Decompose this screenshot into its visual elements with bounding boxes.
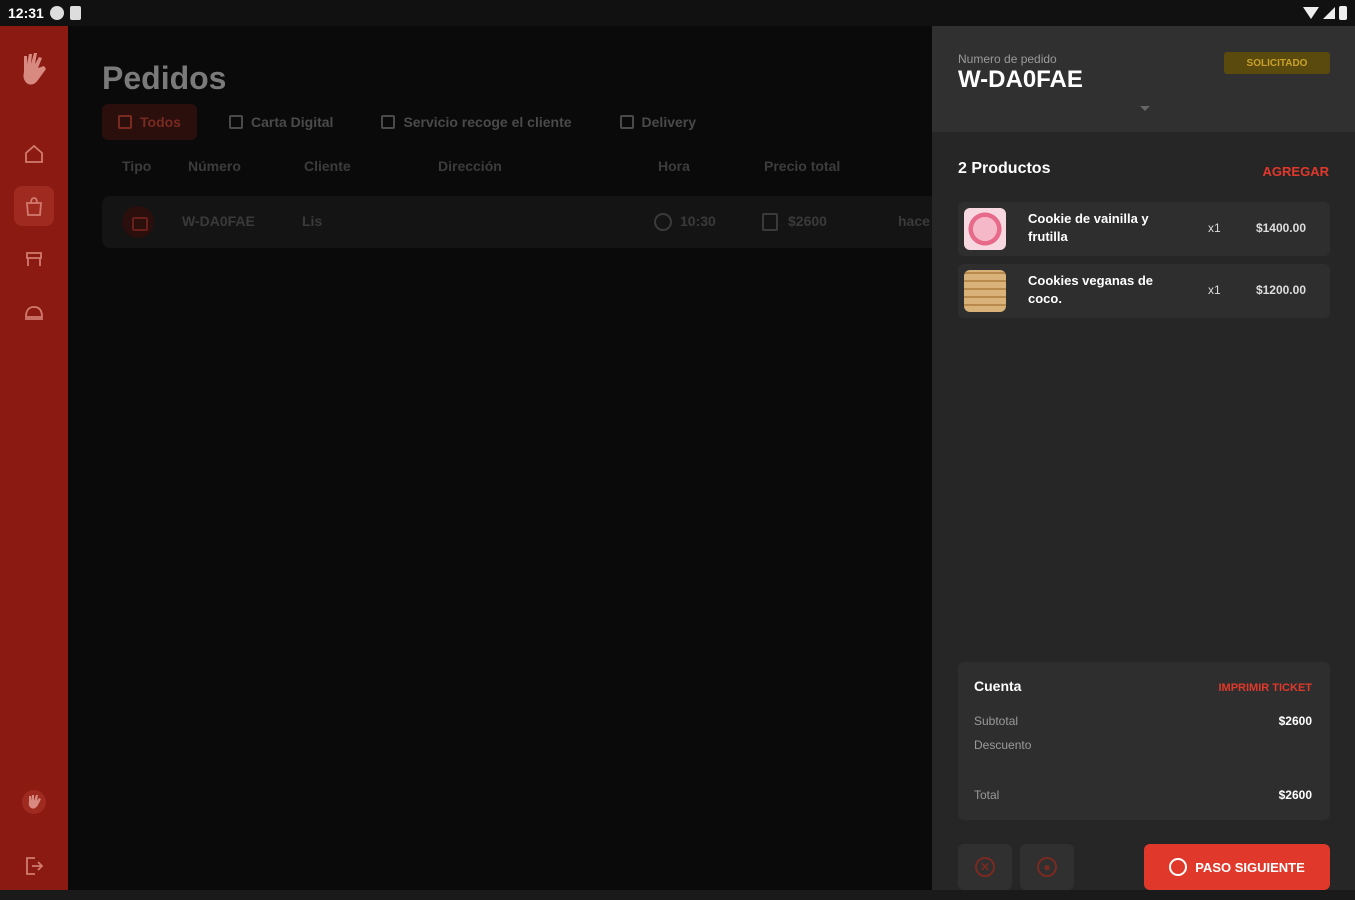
page-title: Pedidos — [102, 60, 227, 96]
row-client: Lis — [302, 213, 323, 229]
hand-logo-icon — [23, 53, 46, 85]
chevron-down-icon[interactable] — [1140, 106, 1150, 111]
subtotal-value: $2600 — [1278, 714, 1312, 728]
total-value: $2600 — [1278, 788, 1312, 802]
grid-icon — [118, 115, 132, 129]
hand-avatar-icon — [22, 790, 46, 814]
chair-icon — [26, 252, 42, 266]
product-name: Cookies veganas de coco. — [1028, 273, 1153, 306]
row-total: $2600 — [788, 213, 827, 229]
nav-orders[interactable] — [14, 186, 54, 226]
tab-label: Servicio recoge el cliente — [403, 114, 572, 130]
order-detail-panel: Numero de pedido W-DA0FAE SOLICITADO 2 P… — [932, 26, 1355, 890]
delivery-icon — [619, 115, 634, 129]
products-count: 2 Productos — [958, 160, 1051, 177]
add-product-button[interactable]: AGREGAR — [1263, 164, 1329, 179]
product-price: $1200.00 — [1255, 283, 1306, 297]
nav-kitchen[interactable] — [14, 292, 54, 332]
next-step-label: PASO SIGUIENTE — [1195, 859, 1305, 875]
tab-label: Carta Digital — [250, 114, 334, 130]
bag-icon — [381, 115, 396, 129]
product-image — [964, 208, 1006, 250]
product-qty: x1 — [1208, 221, 1221, 235]
nav-profile[interactable] — [14, 782, 54, 822]
row-time: 10:30 — [680, 213, 716, 229]
status-badge[interactable]: SOLICITADO — [1224, 52, 1330, 74]
row-number: W-DA0FAE — [182, 213, 255, 229]
next-step-button[interactable]: PASO SIGUIENTE — [1144, 844, 1330, 890]
tab-delivery[interactable]: Delivery — [604, 104, 712, 140]
col-address: Dirección — [438, 158, 502, 174]
tab-label: Delivery — [641, 114, 697, 130]
stop-order-button[interactable]: ● — [1020, 844, 1074, 890]
list-item[interactable]: Cookie de vainilla y frutilla x1 $1400.0… — [958, 202, 1330, 256]
col-time: Hora — [658, 158, 690, 174]
order-type-tabs: Todos Carta Digital Servicio recoge el c… — [102, 104, 712, 140]
nav-logout[interactable] — [14, 846, 54, 886]
product-price: $1400.00 — [1255, 221, 1306, 235]
col-number: Número — [188, 158, 241, 174]
list-item[interactable]: Cookies veganas de coco. x1 $1200.00 — [958, 264, 1330, 318]
shopping-bag-icon — [26, 197, 42, 216]
tab-digital-menu[interactable]: Carta Digital — [213, 104, 349, 140]
col-total: Precio total — [764, 158, 841, 174]
tab-pickup[interactable]: Servicio recoge el cliente — [365, 104, 587, 140]
signal-icon — [1323, 7, 1335, 19]
battery-icon — [1339, 6, 1347, 20]
tab-label: Todos — [140, 114, 181, 130]
cloche-icon — [25, 306, 43, 320]
table-row[interactable]: W-DA0FAE Lis 10:30 $2600 hace — [102, 196, 932, 248]
product-qty: x1 — [1208, 283, 1221, 297]
status-bar: 12:31 — [0, 0, 1355, 26]
nav-tables[interactable] — [14, 238, 54, 278]
home-icon — [25, 144, 43, 163]
wifi-icon — [1303, 7, 1319, 19]
order-type-icon — [122, 206, 154, 238]
logout-icon — [26, 857, 44, 875]
col-client: Cliente — [304, 158, 351, 174]
menu-icon — [228, 115, 243, 129]
product-image — [964, 270, 1006, 312]
print-ticket-button[interactable]: IMPRIMIR TICKET — [1219, 682, 1313, 694]
account-title: Cuenta — [974, 678, 1022, 694]
notification-icon — [49, 6, 64, 20]
tab-all[interactable]: Todos — [102, 104, 197, 140]
cancel-order-button[interactable]: ✕ — [958, 844, 1012, 890]
product-name: Cookie de vainilla y frutilla — [1028, 211, 1149, 244]
total-label: Total — [974, 788, 1000, 802]
discount-label: Descuento — [974, 738, 1032, 752]
order-header: Numero de pedido W-DA0FAE SOLICITADO — [932, 26, 1355, 132]
table-header: Tipo Número Cliente Dirección Hora Preci… — [102, 156, 932, 180]
sidebar — [0, 26, 68, 890]
order-number: W-DA0FAE — [958, 66, 1083, 93]
row-elapsed: hace — [898, 213, 930, 229]
clock-icon — [654, 213, 672, 231]
sd-card-icon — [69, 6, 81, 20]
stop-circle-icon: ● — [1037, 857, 1057, 877]
orders-view: Pedidos Todos Carta Digital Servicio rec… — [68, 26, 932, 890]
navigation-bar — [0, 890, 1355, 900]
play-circle-icon — [1169, 858, 1188, 876]
status-time: 12:31 — [8, 5, 44, 21]
subtotal-label: Subtotal — [974, 714, 1019, 728]
order-label: Numero de pedido — [958, 52, 1057, 66]
receipt-icon — [762, 213, 778, 231]
account-summary: Cuenta IMPRIMIR TICKET Subtotal $2600 De… — [958, 662, 1330, 820]
col-type: Tipo — [122, 158, 152, 174]
nav-home[interactable] — [14, 134, 54, 174]
close-circle-icon: ✕ — [975, 857, 995, 877]
